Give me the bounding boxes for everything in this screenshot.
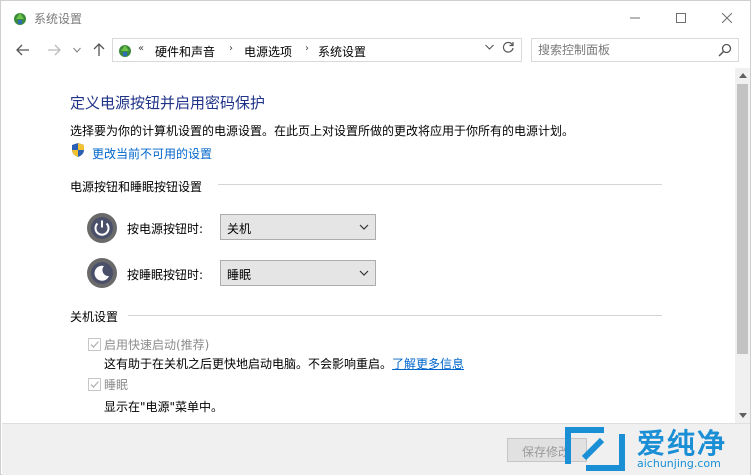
settings-window: 系统设置 « 硬件和声音 › 电源选项 › 系统设置 搜索控制面板 定义电源按钮…	[0, 0, 751, 475]
fast-startup-description: 这有助于在关机之后更快地启动电脑。不会影响重启。了解更多信息	[104, 355, 464, 372]
minimize-button[interactable]	[612, 1, 658, 34]
control-panel-icon	[14, 13, 26, 25]
breadcrumb-overflow-icon[interactable]: «	[138, 43, 144, 54]
power-button-action-select[interactable]: 关机	[220, 214, 376, 240]
arrow-up-icon	[93, 43, 105, 56]
caret-down-icon	[738, 413, 747, 418]
page-description: 选择要为你的计算机设置的电源设置。在此页上对设置所做的更改将应用于你所有的电源计…	[70, 124, 575, 138]
power-buttons-group-header: 电源按钮和睡眠按钮设置	[70, 180, 203, 194]
page-title: 定义电源按钮并启用密码保护	[70, 94, 266, 112]
close-icon	[722, 12, 732, 23]
search-icon[interactable]	[718, 43, 732, 57]
search-input[interactable]	[538, 42, 708, 58]
group-divider	[218, 184, 662, 185]
close-button[interactable]	[704, 1, 750, 34]
minimize-icon	[630, 17, 640, 18]
forward-button[interactable]	[44, 40, 64, 60]
sleep-button-icon	[87, 258, 117, 288]
watermark-title: 爱纯净	[637, 427, 728, 460]
chevron-down-icon	[485, 44, 494, 50]
vertical-scrollbar[interactable]	[735, 68, 750, 423]
breadcrumb-separator-icon[interactable]: ›	[229, 43, 233, 54]
fast-startup-detail-text: 这有助于在关机之后更快地启动电脑。不会影响重启。	[104, 357, 393, 371]
address-bar[interactable]: « 硬件和声音 › 电源选项 › 系统设置	[112, 38, 522, 62]
watermark-logo-icon	[565, 427, 625, 471]
search-box[interactable]	[531, 38, 739, 62]
checkmark-icon	[90, 381, 99, 388]
recent-locations-button[interactable]	[70, 40, 84, 60]
breadcrumb-separator-icon[interactable]: ›	[305, 43, 309, 54]
refresh-button[interactable]	[502, 41, 515, 58]
maximize-icon	[676, 12, 686, 23]
learn-more-link[interactable]: 了解更多信息	[392, 357, 464, 371]
sleep-menu-checkbox[interactable]	[88, 378, 101, 391]
power-button-icon	[87, 213, 117, 243]
chevron-down-icon	[359, 224, 369, 230]
scroll-up-button[interactable]	[735, 68, 750, 83]
fast-startup-checkbox[interactable]	[88, 338, 101, 351]
group-divider	[128, 315, 662, 316]
window-title: 系统设置	[34, 12, 83, 26]
sleep-menu-label: 睡眠	[104, 378, 129, 392]
scrollbar-thumb[interactable]	[737, 84, 748, 354]
caret-up-icon	[738, 73, 747, 78]
uac-shield-icon	[72, 143, 84, 157]
navigation-bar: « 硬件和声音 › 电源选项 › 系统设置	[1, 34, 750, 65]
checkmark-icon	[90, 341, 99, 348]
main-content: 定义电源按钮并启用密码保护 选择要为你的计算机设置的电源设置。在此页上对设置所做…	[2, 68, 735, 423]
up-button[interactable]	[89, 40, 109, 60]
sleep-button-action-label: 按睡眠按钮时:	[127, 268, 204, 282]
refresh-icon	[502, 41, 514, 53]
shutdown-settings-group-header: 关机设置	[70, 310, 119, 324]
back-button[interactable]	[13, 40, 33, 60]
fast-startup-label: 启用快速启动(推荐)	[104, 338, 210, 352]
breadcrumb-system-settings[interactable]: 系统设置	[318, 43, 366, 60]
chevron-down-icon	[359, 270, 369, 276]
chevron-down-icon	[73, 47, 81, 53]
power-button-action-label: 按电源按钮时:	[127, 222, 204, 236]
breadcrumb-hardware-sound[interactable]: 硬件和声音	[155, 43, 215, 60]
sleep-button-action-select[interactable]: 睡眠	[220, 260, 376, 286]
address-dropdown-button[interactable]	[485, 43, 494, 53]
maximize-button[interactable]	[658, 1, 704, 34]
watermark-url: aichunjing.com	[637, 457, 721, 470]
control-panel-icon	[119, 45, 131, 57]
arrow-left-icon	[16, 44, 29, 56]
power-button-action-value: 关机	[227, 222, 252, 236]
sleep-button-action-value: 睡眠	[227, 268, 252, 282]
sleep-menu-description: 显示在"电源"菜单中。	[104, 400, 224, 414]
arrow-right-icon	[48, 44, 61, 56]
breadcrumb-power-options[interactable]: 电源选项	[244, 43, 292, 60]
scroll-down-button[interactable]	[735, 408, 750, 423]
title-bar: 系统设置	[1, 1, 750, 34]
change-unavailable-settings-link[interactable]: 更改当前不可用的设置	[92, 145, 212, 162]
